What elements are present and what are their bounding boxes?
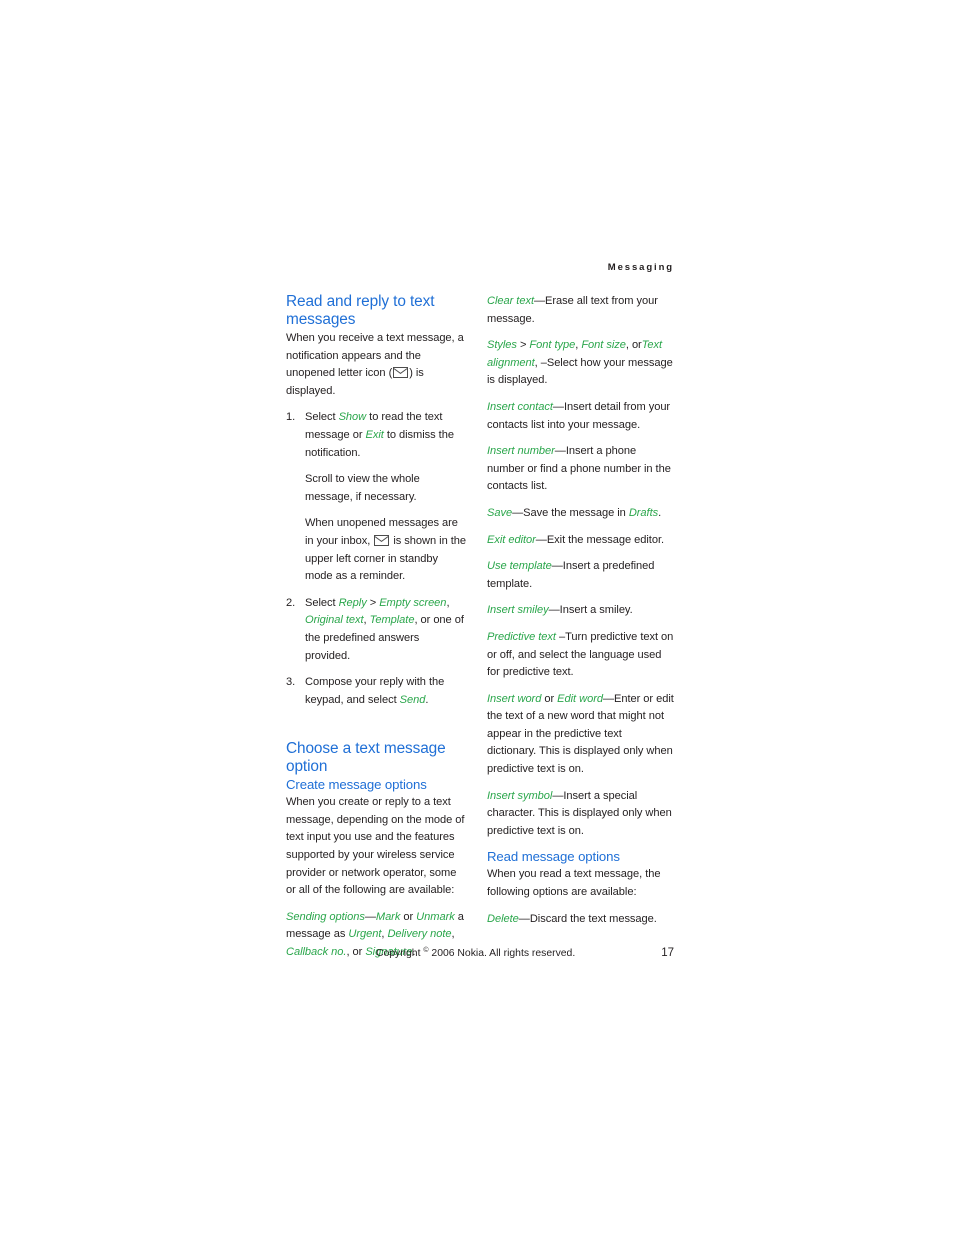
gui-term: Exit [365,428,384,441]
gui-term: Show [338,411,367,424]
envelope-icon [393,367,409,379]
sub-heading-create-message-options: Create message options [286,777,427,793]
option-insert-word: Insert word or Edit word—Enter or edit t… [487,691,674,779]
gui-term: Use template [487,560,552,573]
left-column: Read and reply to text messages When you… [286,293,466,971]
option-predictive-text: Predictive text –Turn predictive text on… [487,629,674,682]
gui-term: Edit word [557,692,603,705]
gui-term: Urgent [348,928,382,941]
gui-term: Exit editor [487,533,536,546]
gui-term: Mark [375,910,401,923]
option-insert-number: Insert number—Insert a phone number or f… [487,443,674,496]
gui-term: Delete [487,912,519,925]
running-header: Messaging [607,262,674,273]
read-options-intro: When you read a text message, the follow… [487,868,661,899]
gui-term: Font type [529,339,576,352]
body-text-run: , [451,928,455,941]
step-1-paragraph-3: When unopened messages are in your inbox… [305,515,466,585]
body-text-run: —Discard the text message. [518,912,657,925]
gui-term: Insert word [487,692,542,705]
gui-term: Delivery note [387,928,452,941]
option-insert-symbol: Insert symbol—Insert a special character… [487,788,674,841]
body-text-run: or [400,910,417,923]
gui-term: Template [369,614,415,627]
right-column: Clear text—Erase all text from your mess… [487,293,674,937]
option-insert-smiley: Insert smiley—Insert a smiley. [487,602,674,620]
body-text-run: — [364,910,376,923]
step-number: 3. [286,676,296,689]
gui-term: Save [487,506,513,519]
gui-term: Drafts [628,506,659,519]
intro-paragraph: When you receive a text message, a notif… [286,330,466,400]
envelope-icon [374,534,390,546]
step-3-paragraph-1: Compose your reply with the keypad, and … [305,674,466,709]
body-text-run: Select [305,596,339,609]
body-text-run: —Exit the message editor. [535,533,665,546]
gui-term: Send [399,693,426,706]
step-item-2: 2. Select Reply > Empty screen, Original… [286,595,466,665]
body-text-run: , [446,596,450,609]
section-heading-choose-option: Choose a text message option [286,740,446,775]
read-options-list: Delete—Discard the text message. [487,911,674,929]
step-2-paragraph-1: Select Reply > Empty screen, Original te… [305,595,466,665]
gui-term: Insert smiley [487,604,549,617]
body-text-run: . [658,506,662,519]
gui-term: Empty screen [379,596,447,609]
gui-term: Styles [487,339,517,352]
gui-term: Font size [581,339,626,352]
page-number: 17 [661,947,674,959]
gui-term: Predictive text [487,630,556,643]
gui-term: Insert contact [487,400,553,413]
section-heading-read-and-reply: Read and reply to text messages [286,293,435,328]
gui-term: Insert number [487,445,555,458]
body-text-run: —Insert a smiley. [548,604,633,617]
create-options-list: Clear text—Erase all text from your mess… [487,293,674,840]
intro-text-part1: When you receive a text message, a notif… [286,332,464,380]
copyright-after: 2006 Nokia. All rights reserved. [428,948,576,959]
gui-term: Reply [338,596,367,609]
option-exit-editor: Exit editor—Exit the message editor. [487,532,674,550]
option-styles: Styles > Font type, Font size, orText al… [487,337,674,390]
body-text-run: > [366,596,380,609]
step-1-paragraph-1: Select Show to read the text message or … [305,409,466,462]
sub-heading-read-message-options: Read message options [487,849,620,865]
gui-term: Insert symbol [487,789,553,802]
gui-term: Original text [305,614,364,627]
option-delete: Delete—Discard the text message. [487,911,674,929]
option-insert-contact: Insert contact—Insert detail from your c… [487,399,674,434]
option-use-template: Use template—Insert a predefined templat… [487,558,674,593]
numbered-steps-list: 1. Select Show to read the text message … [286,409,466,709]
copyright-notice: Copyright © 2006 Nokia. All rights reser… [376,947,575,959]
body-text-run: —Enter or edit the text of a new word th… [487,692,674,776]
document-page: Messaging Read and reply to text message… [0,0,954,1235]
create-options-intro: When you create or reply to a text messa… [286,796,465,897]
option-save: Save—Save the message in Drafts. [487,505,674,523]
body-text-run: , or [625,339,642,352]
step-item-1: 1. Select Show to read the text message … [286,409,466,585]
step-number: 1. [286,411,296,424]
gui-term: Unmark [416,910,455,923]
body-text-run: . [425,693,429,706]
gui-term: Clear text [487,295,534,307]
step-number: 2. [286,596,296,609]
body-text-run: or [541,692,558,705]
body-text-run: > [516,339,530,352]
copyright-before: Copyright [376,948,424,959]
body-text-run: Select [305,411,339,424]
option-clear-text: Clear text—Erase all text from your mess… [487,293,674,328]
step-1-paragraph-2: Scroll to view the whole message, if nec… [305,473,420,503]
gui-term: Sending options [286,910,365,923]
page-footer: Copyright © 2006 Nokia. All rights reser… [286,947,674,963]
two-column-body: Read and reply to text messages When you… [286,293,674,958]
body-text-run: —Save the message in [512,506,629,519]
step-item-3: 3. Compose your reply with the keypad, a… [286,674,466,709]
